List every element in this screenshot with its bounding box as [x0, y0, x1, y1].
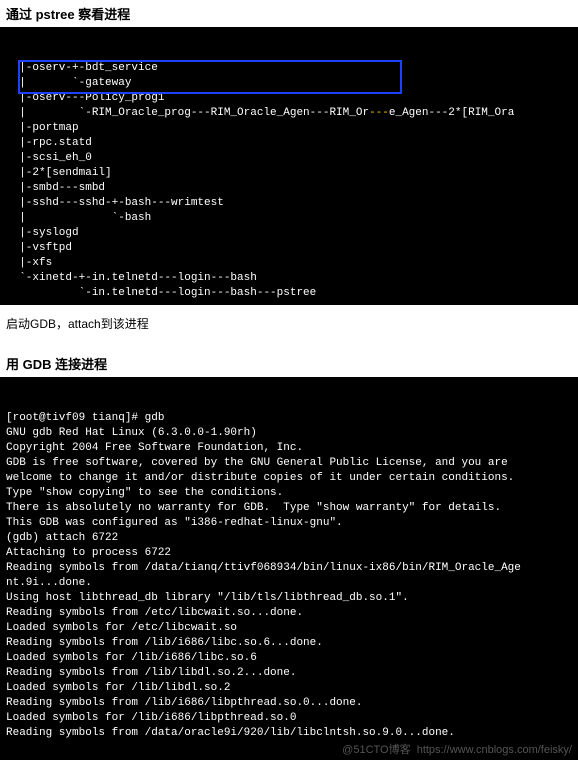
terminal-line: Reading symbols from /lib/i686/libc.so.6…: [6, 636, 572, 651]
terminal-gdb: [root@tivf09 tianq]# gdbGNU gdb Red Hat …: [0, 377, 578, 760]
terminal-line: GNU gdb Red Hat Linux (6.3.0.0-1.90rh): [6, 426, 572, 441]
terminal-line: Reading symbols from /lib/i686/libpthrea…: [6, 696, 572, 711]
terminal-line: welcome to change it and/or distribute c…: [6, 471, 572, 486]
terminal-line: |-rpc.statd: [6, 136, 572, 151]
terminal-line: There is absolutely no warranty for GDB.…: [6, 501, 572, 516]
terminal-line: Attaching to process 6722: [6, 546, 572, 561]
terminal-line: |-syslogd: [6, 226, 572, 241]
terminal-line: | `-RIM_Oracle_prog---RIM_Oracle_Agen---…: [6, 106, 572, 121]
terminal-line: `-xinetd-+-in.telnetd---login---bash: [6, 271, 572, 286]
terminal-line: This GDB was configured as "i386-redhat-…: [6, 516, 572, 531]
terminal-line: |-scsi_eh_0: [6, 151, 572, 166]
terminal-line: Type "show copying" to see the condition…: [6, 486, 572, 501]
terminal-line: `-in.telnetd---login---bash---pstree: [6, 286, 572, 301]
terminal-line: Reading symbols from /lib/libdl.so.2...d…: [6, 666, 572, 681]
terminal-line: Loaded symbols for /etc/libcwait.so: [6, 621, 572, 636]
terminal-line: GDB is free software, covered by the GNU…: [6, 456, 572, 471]
terminal-line: [root@tivf09 tianq]# gdb: [6, 411, 572, 426]
terminal-line: Reading symbols from /data/tianq/ttivf06…: [6, 561, 572, 576]
terminal-line: Loaded symbols for /lib/i686/libc.so.6: [6, 651, 572, 666]
terminal-line: |-vsftpd: [6, 241, 572, 256]
terminal-line: |-oserv-+-bdt_service: [6, 61, 572, 76]
terminal-line: nt.9i...done.: [6, 576, 572, 591]
terminal-line: |-oserv---Policy_prog1: [6, 91, 572, 106]
terminal-line: (gdb) attach 6722: [6, 531, 572, 546]
terminal-line: | `-gateway: [6, 76, 572, 91]
terminal-line: Loaded symbols for /lib/libdl.so.2: [6, 681, 572, 696]
terminal-line: |-sshd---sshd-+-bash---wrimtest: [6, 196, 572, 211]
terminal-line: | `-bash: [6, 211, 572, 226]
terminal-line: Loaded symbols for /lib/i686/libpthread.…: [6, 711, 572, 726]
terminal-line: |-xfs: [6, 256, 572, 271]
section-title-pstree: 通过 pstree 察看进程: [0, 0, 578, 27]
caption-start-gdb: 启动GDB，attach到该进程: [0, 305, 578, 350]
terminal-line: Reading symbols from /data/oracle9i/920/…: [6, 726, 572, 741]
terminal-line: Copyright 2004 Free Software Foundation,…: [6, 441, 572, 456]
terminal-line: |-2*[sendmail]: [6, 166, 572, 181]
section-title-gdb: 用 GDB 连接进程: [0, 350, 578, 377]
terminal-line: Reading symbols from /etc/libcwait.so...…: [6, 606, 572, 621]
terminal-line: |-smbd---smbd: [6, 181, 572, 196]
watermark: @51CTO博客 https://www.cnblogs.com/feisky/: [342, 743, 572, 758]
terminal-line: |-portmap: [6, 121, 572, 136]
terminal-pstree: |-oserv-+-bdt_service | `-gateway |-oser…: [0, 27, 578, 305]
